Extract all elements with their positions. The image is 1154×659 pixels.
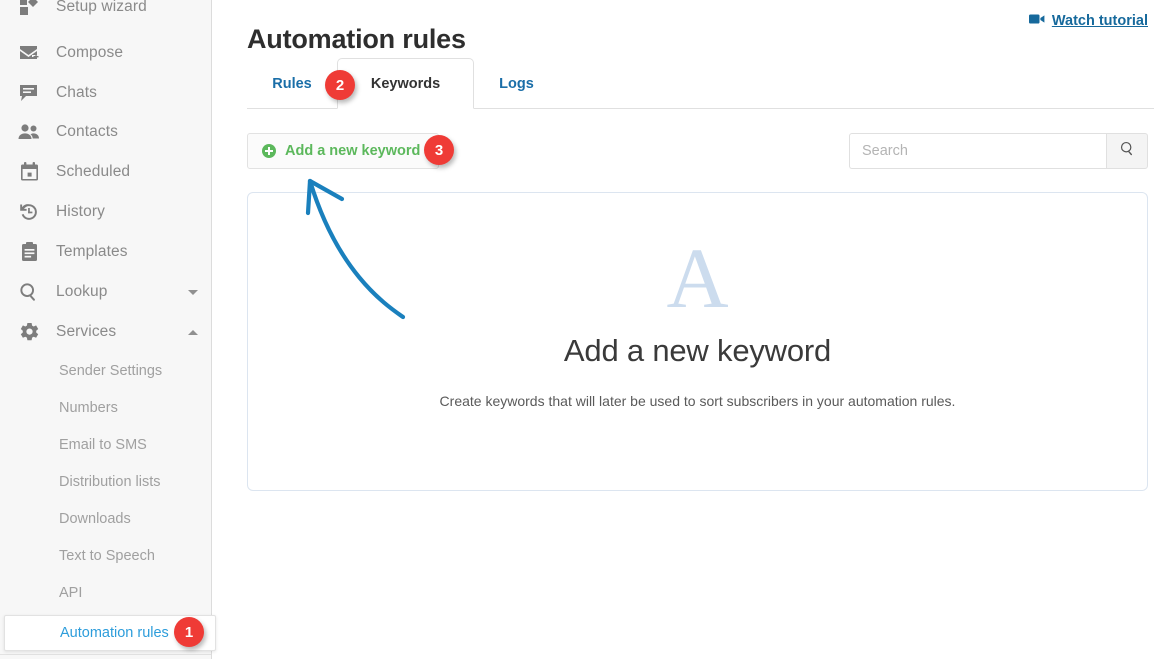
sidebar-subitem-label: API — [59, 584, 83, 601]
tab-label: Rules — [272, 75, 312, 92]
watch-tutorial-label: Watch tutorial — [1051, 13, 1148, 29]
sidebar-subitem-sender-settings[interactable]: Sender Settings — [0, 352, 211, 389]
sidebar-item-contacts[interactable]: Contacts — [0, 112, 211, 152]
empty-state-title: Add a new keyword — [563, 333, 832, 368]
page-title: Automation rules — [247, 24, 466, 55]
sidebar-subitem-email-to-sms[interactable]: Email to SMS — [0, 426, 211, 463]
sidebar-item-label: Setup wizard — [56, 0, 147, 15]
gear-icon — [16, 319, 42, 345]
people-icon — [16, 119, 42, 145]
sidebar-item-label: Services — [56, 323, 117, 340]
sidebar-subitem-api[interactable]: API — [0, 574, 211, 611]
chat-bubble-icon — [16, 80, 42, 106]
envelope-plus-icon — [16, 40, 42, 66]
add-new-keyword-label: Add a new keyword — [285, 143, 421, 159]
sidebar-item-label: Automation rules — [60, 625, 169, 641]
tab-label: Logs — [499, 75, 534, 92]
search-group — [849, 133, 1148, 169]
sidebar-subitem-distribution-lists[interactable]: Distribution lists — [0, 463, 211, 500]
sidebar-subitem-label: Email to SMS — [59, 436, 147, 453]
app-root: Setup wizard Compose Chats Contacts Sche — [0, 0, 1154, 659]
chevron-up-icon[interactable] — [188, 329, 198, 335]
clock-history-icon — [16, 199, 42, 225]
chevron-down-icon[interactable] — [188, 289, 198, 295]
sidebar-subitem-label: Distribution lists — [59, 473, 161, 490]
sidebar-subitem-label: Numbers — [59, 399, 118, 416]
sidebar-subitem-text-to-speech[interactable]: Text to Speech — [0, 537, 211, 574]
annotation-badge-3: 3 — [424, 135, 454, 165]
annotation-badge-1: 1 — [174, 617, 204, 647]
sidebar-divider — [0, 654, 211, 655]
tab-rules[interactable]: Rules — [247, 58, 337, 109]
tab-logs[interactable]: Logs — [474, 58, 559, 109]
sidebar-item-label: History — [56, 203, 105, 220]
grid-icon — [16, 0, 42, 20]
search-icon — [16, 279, 42, 305]
plus-circle-icon — [262, 144, 276, 158]
main-content: Automation rules Watch tutorial Rules Ke… — [212, 0, 1154, 659]
watch-tutorial-link[interactable]: Watch tutorial — [1028, 12, 1148, 30]
sidebar-item-label: Scheduled — [56, 163, 131, 180]
sidebar-subitem-label: Downloads — [59, 510, 131, 527]
sidebar-item-lookup[interactable]: Lookup — [0, 272, 211, 312]
sidebar-item-label: Contacts — [56, 123, 118, 140]
sidebar-item-scheduled[interactable]: Scheduled — [0, 152, 211, 192]
sidebar-subitem-label: Sender Settings — [59, 362, 163, 379]
tab-label: Keywords — [370, 75, 441, 92]
sidebar-subitem-downloads[interactable]: Downloads — [0, 500, 211, 537]
empty-state-letter: A — [666, 230, 729, 326]
sidebar-item-setup-wizard[interactable]: Setup wizard — [0, 0, 211, 27]
empty-state-description: Create keywords that will later be used … — [439, 393, 956, 409]
sidebar-item-label: Chats — [56, 84, 97, 101]
sidebar-item-compose[interactable]: Compose — [0, 33, 211, 73]
tabs: Rules Keywords Logs — [247, 58, 1154, 109]
add-new-keyword-button[interactable]: Add a new keyword — [247, 133, 440, 169]
clipboard-icon — [16, 239, 42, 265]
sidebar-item-history[interactable]: History — [0, 192, 211, 232]
calendar-icon — [16, 159, 42, 185]
magnifier-icon — [1120, 141, 1135, 161]
sidebar-item-label: Compose — [56, 44, 124, 61]
sidebar-item-services[interactable]: Services — [0, 312, 211, 352]
sidebar-subitem-label: Text to Speech — [59, 547, 155, 564]
annotation-badge-2: 2 — [325, 70, 355, 100]
sidebar-subitem-numbers[interactable]: Numbers — [0, 389, 211, 426]
search-input[interactable] — [849, 133, 1106, 169]
sidebar-item-label: Templates — [56, 243, 128, 260]
sidebar: Setup wizard Compose Chats Contacts Sche — [0, 0, 212, 659]
sidebar-item-templates[interactable]: Templates — [0, 232, 211, 272]
sidebar-item-chats[interactable]: Chats — [0, 73, 211, 113]
tab-keywords[interactable]: Keywords — [337, 58, 474, 109]
empty-state-card: A Add a new keyword Create keywords that… — [247, 192, 1148, 491]
video-camera-icon — [1028, 12, 1045, 30]
search-button[interactable] — [1106, 133, 1148, 169]
sidebar-item-label: Lookup — [56, 283, 108, 300]
